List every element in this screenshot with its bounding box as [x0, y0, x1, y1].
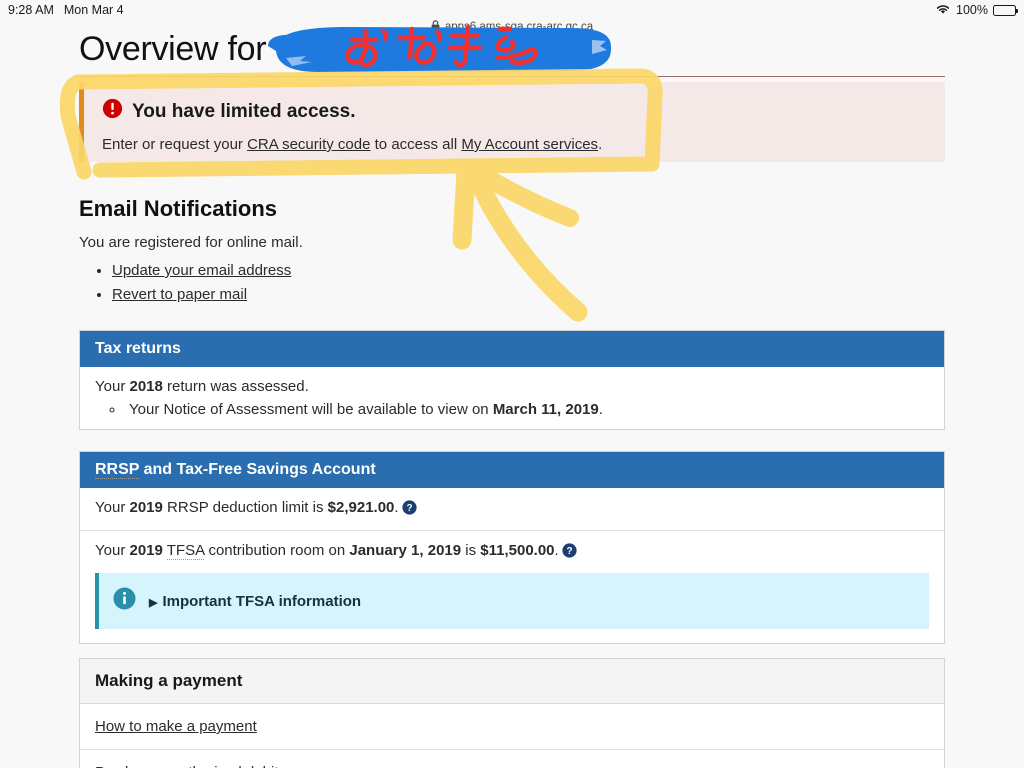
limited-access-alert: You have limited access. Enter or reques… — [79, 82, 945, 162]
error-circle-icon — [102, 98, 123, 125]
tax-return-year: 2018 — [129, 378, 163, 395]
lock-icon — [431, 20, 440, 34]
my-account-services-link[interactable]: My Account services — [461, 136, 598, 153]
tax-returns-panel: Tax returns Your 2018 return was assesse… — [79, 330, 945, 430]
tfsa-info-label: ▶ Important TFSA information — [149, 593, 361, 610]
rrsp-year: 2019 — [129, 499, 163, 516]
tax-return-line-prefix: Your — [95, 378, 130, 395]
making-a-payment-panel: Making a payment How to make a payment P… — [79, 658, 945, 768]
screen: 9:28 AM Mon Mar 4 100% apps6.ams-sga.cra… — [0, 0, 1024, 768]
update-email-address-link[interactable]: Update your email address — [112, 262, 291, 279]
rrsp-middle: RRSP deduction limit is — [162, 499, 328, 516]
tfsa-middle: contribution room on — [204, 542, 350, 559]
rrsp-abbr: RRSP — [95, 461, 140, 479]
tfsa-date: January 1, 2019 — [349, 542, 462, 559]
tfsa-info-text: Important TFSA information — [162, 592, 362, 610]
payment-row: Pay by pre-authorized debit — [80, 749, 944, 768]
clock: 9:28 AM — [8, 3, 54, 17]
list-item: Your Notice of Assessment will be availa… — [125, 401, 929, 418]
revert-to-paper-mail-link[interactable]: Revert to paper mail — [112, 286, 247, 303]
status-bar-right: 100% — [935, 3, 1018, 18]
list-item: Update your email address — [112, 262, 291, 279]
tfsa-prefix: Your — [95, 542, 130, 559]
pay-by-pre-authorized-debit-link[interactable]: Pay by pre-authorized debit — [95, 764, 278, 768]
help-circle-icon[interactable]: ? — [562, 543, 577, 562]
disclosure-triangle-icon[interactable]: ▶ — [149, 597, 157, 609]
tfsa-suffix: . — [554, 542, 559, 559]
rrsp-prefix: Your — [95, 499, 130, 516]
alert-body: Enter or request your CRA security code … — [102, 136, 602, 153]
svg-text:?: ? — [566, 546, 572, 557]
wifi-icon — [935, 3, 951, 18]
noa-date: March 11, 2019 — [492, 401, 599, 418]
alert-heading-row: You have limited access. — [102, 98, 356, 125]
tfsa-contribution-row: Your 2019 TFSA contribution room on Janu… — [80, 530, 944, 573]
tax-return-line-suffix: return was assessed. — [162, 378, 309, 395]
help-circle-icon[interactable]: ? — [401, 500, 417, 519]
tax-returns-sublist: Your Notice of Assessment will be availa… — [125, 401, 929, 418]
email-notifications-heading: Email Notifications — [79, 196, 278, 221]
battery-full-icon — [993, 4, 1018, 16]
url-text: apps6.ams-sga.cra-arc.gc.ca — [444, 21, 594, 33]
alert-body-prefix: Enter or request your — [102, 136, 248, 153]
list-item: Revert to paper mail — [112, 286, 291, 303]
rrsp-amount: $2,921.00 — [327, 499, 395, 516]
page-title: Overview for — [79, 30, 267, 68]
tax-returns-row: Your 2018 return was assessed. Your Noti… — [80, 367, 944, 429]
status-bar-left: 9:28 AM Mon Mar 4 — [8, 3, 124, 17]
how-to-make-a-payment-link[interactable]: How to make a payment — [95, 718, 257, 735]
tax-returns-header: Tax returns — [80, 331, 944, 367]
tfsa-abbr: TFSA — [166, 542, 205, 560]
tfsa-year: 2019 — [129, 542, 163, 559]
rrsp-suffix: . — [394, 499, 399, 516]
rrsp-tfsa-panel: RRSP and Tax-Free Savings Account Your 2… — [79, 451, 945, 644]
alert-body-suffix: . — [598, 136, 603, 153]
tfsa-info-box[interactable]: ▶ Important TFSA information — [95, 573, 929, 629]
title-divider — [79, 76, 945, 77]
rrsp-tfsa-header: RRSP and Tax-Free Savings Account — [80, 452, 944, 488]
ios-status-bar: 9:28 AM Mon Mar 4 100% — [0, 0, 1024, 20]
payment-row: How to make a payment — [80, 704, 944, 749]
email-notifications-status: You are registered for online mail. — [79, 234, 303, 251]
noa-suffix: . — [598, 401, 603, 418]
alert-heading-text: You have limited access. — [132, 100, 356, 122]
email-notifications-links: Update your email address Revert to pape… — [112, 262, 291, 310]
noa-prefix: Your Notice of Assessment will be availa… — [129, 401, 493, 418]
tfsa-amount: $11,500.00 — [480, 542, 555, 559]
battery-percent: 100% — [956, 3, 988, 17]
cra-security-code-link[interactable]: CRA security code — [247, 136, 370, 153]
making-a-payment-header: Making a payment — [80, 659, 944, 704]
date-label: Mon Mar 4 — [63, 3, 124, 17]
info-circle-icon — [113, 587, 136, 615]
rrsp-deduction-row: Your 2019 RRSP deduction limit is $2,921… — [80, 488, 944, 530]
rrsp-tfsa-header-rest: and Tax-Free Savings Account — [139, 461, 376, 478]
svg-text:?: ? — [406, 503, 412, 514]
alert-body-middle: to access all — [370, 136, 462, 153]
tfsa-middle2: is — [461, 542, 481, 559]
